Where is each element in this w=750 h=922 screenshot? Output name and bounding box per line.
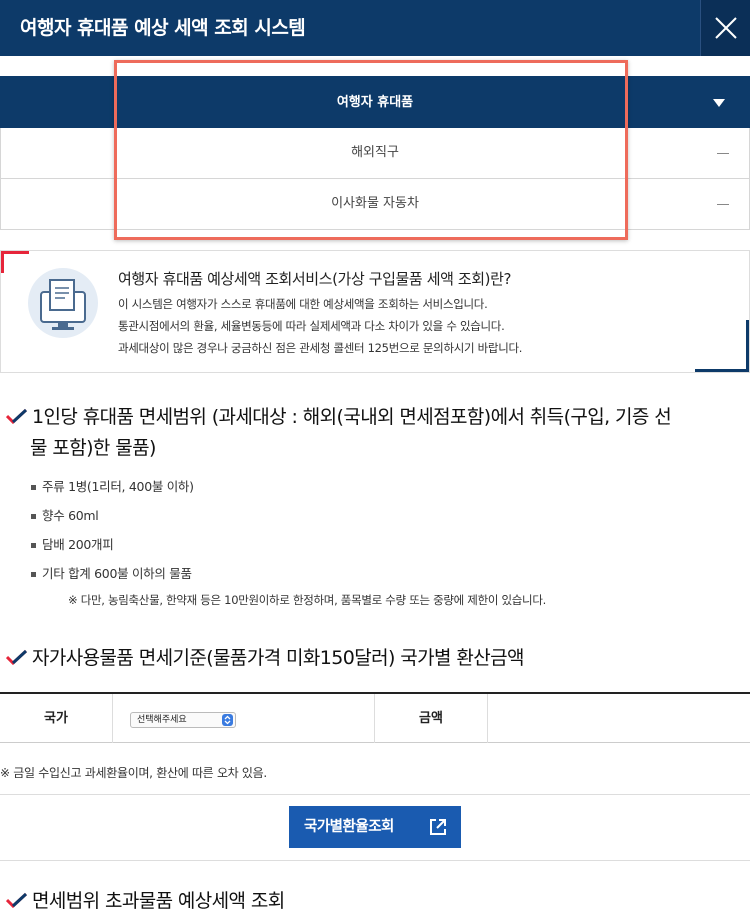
- select-value: 선택해주세요: [137, 715, 187, 725]
- close-icon: [715, 17, 737, 39]
- menu-item-traveler-goods[interactable]: 여행자 휴대품: [0, 76, 750, 128]
- menu-item-label: 여행자 휴대품: [336, 95, 414, 110]
- note-text: ※ 다만, 농림축산물, 한약재 등은 10만원이하로 한정하며, 품목별로 수…: [68, 593, 546, 607]
- menu-item-moving-vehicle[interactable]: 이사화물 자동차: [0, 179, 750, 230]
- exchange-rate-lookup-button[interactable]: 국가별환율조회: [289, 806, 461, 848]
- dash-icon: [717, 204, 729, 205]
- page-title: 여행자 휴대품 예상 세액 조회 시스템: [20, 17, 306, 39]
- check-icon: [5, 887, 28, 917]
- section-title-excess-tax: 면세범위 초과물품 예상세액 조회: [5, 886, 285, 917]
- country-label: 국가: [44, 711, 68, 726]
- info-line: 통관시점에서의 환율, 세율변동등에 따라 실제세액과 다소 차이가 있을 수 …: [118, 319, 505, 333]
- list-item: 담배 200개피: [31, 534, 114, 553]
- menu-item-label: 이사화물 자동차: [331, 196, 419, 211]
- exchange-table: 국가 선택해주세요 금액: [0, 692, 750, 743]
- check-icon: [5, 403, 28, 433]
- category-menu: 여행자 휴대품 해외직구 이사화물 자동차: [0, 76, 750, 230]
- note-text: ※ 금일 수입신고 과세환율이며, 환산에 따른 오차 있음.: [0, 766, 267, 780]
- list-item: 기타 합계 600불 이하의 물품: [31, 563, 192, 582]
- check-icon: [5, 644, 28, 674]
- info-box: 여행자 휴대품 예상세액 조회서비스(가상 구입물품 세액 조회)란? 이 시스…: [0, 250, 750, 373]
- computer-document-icon: [28, 268, 98, 338]
- list-item: 주류 1병(1리터, 400불 이하): [31, 476, 194, 495]
- dash-icon: [717, 153, 729, 154]
- corner-accent: [746, 320, 749, 372]
- corner-accent: [695, 369, 749, 372]
- section-title-text: 면세범위 초과물품 예상세액 조회: [32, 890, 285, 912]
- info-line: 이 시스템은 여행자가 스스로 휴대품에 대한 예상세액을 조회하는 서비스입니…: [118, 297, 488, 311]
- section-title-text: 1인당 휴대품 면세범위 (과세대상 : 해외(국내외 면세점포함)에서 취득(…: [32, 406, 672, 428]
- button-label: 국가별환율조회: [304, 819, 394, 835]
- divider: [0, 860, 750, 861]
- list-item: 향수 60ml: [31, 505, 99, 524]
- info-title: 여행자 휴대품 예상세액 조회서비스(가상 구입물품 세액 조회)란?: [118, 270, 512, 288]
- amount-label: 금액: [374, 694, 487, 743]
- menu-item-overseas-direct[interactable]: 해외직구: [0, 128, 750, 179]
- select-arrows-icon: [222, 714, 233, 726]
- info-line: 과세대상이 많은 경우나 궁금하신 점은 관세청 콜센터 125번으로 문의하시…: [118, 341, 523, 355]
- close-button[interactable]: [700, 0, 750, 56]
- corner-accent: [1, 251, 4, 273]
- caret-down-icon: [713, 99, 725, 107]
- header-bar: 여행자 휴대품 예상 세액 조회 시스템: [0, 0, 750, 56]
- amount-value: [487, 694, 750, 743]
- section-title-text: 물 포함)한 물품): [30, 436, 156, 459]
- corner-accent: [1, 251, 29, 254]
- section-title-text: 자가사용물품 면세기준(물품가격 미화150달러) 국가별 환산금액: [32, 647, 524, 669]
- country-cell: 선택해주세요: [112, 694, 374, 743]
- external-link-icon: [430, 819, 446, 835]
- section-title-exchange-amount: 자가사용물품 면세기준(물품가격 미화150달러) 국가별 환산금액: [5, 643, 524, 674]
- menu-item-label: 해외직구: [351, 145, 399, 160]
- divider: [0, 794, 750, 795]
- country-select[interactable]: 선택해주세요: [130, 712, 236, 728]
- section-title-duty-free-range: 1인당 휴대품 면세범위 (과세대상 : 해외(국내외 면세점포함)에서 취득(…: [5, 402, 746, 463]
